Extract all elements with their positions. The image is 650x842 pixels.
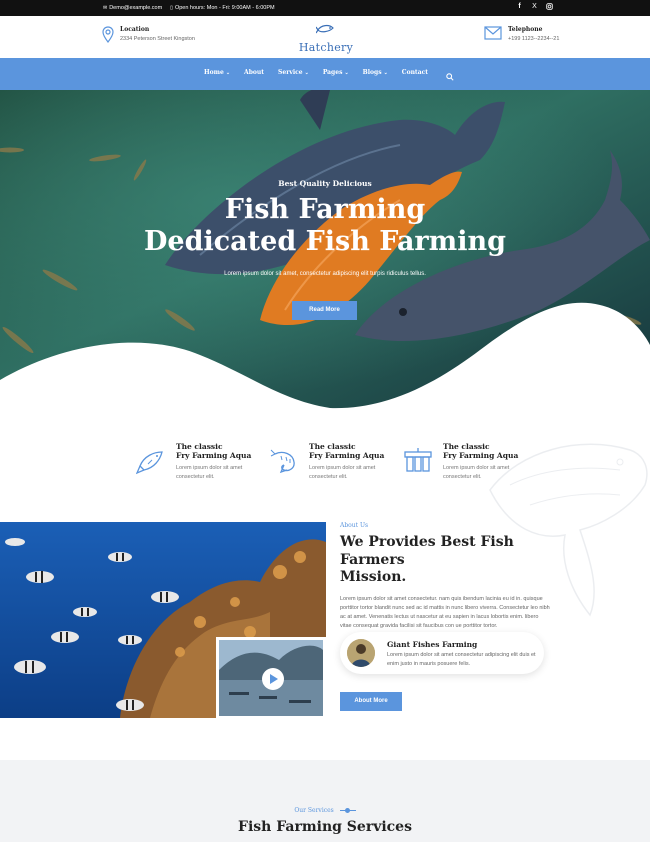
feature-desc: Lorem ipsum dolor sit amet consectetur e… xyxy=(443,464,510,480)
hours-text: Open hours: Mon - Fri: 9:00AM - 6:00PM xyxy=(174,5,275,11)
feature-desc: Lorem ipsum dolor sit amet consectetur e… xyxy=(309,464,376,480)
feature-item: The classic Fry Farming Aqua Lorem ipsum … xyxy=(135,442,266,481)
main-navigation: Home ⌄ About Service ⌄ Pages ⌄ Blogs ⌄ Conta… xyxy=(0,58,650,90)
hero-banner: Best Quality Delicious Fish Farming Dedi… xyxy=(0,90,650,410)
water-filter-icon xyxy=(403,446,433,476)
about-paragraph: Lorem ipsum dolor sit amet consectetur. … xyxy=(340,595,550,629)
nav-label: Blogs xyxy=(362,69,382,76)
services-tag: Our Services xyxy=(0,807,650,814)
avatar xyxy=(347,639,375,667)
nav-label: About xyxy=(244,69,265,76)
hero-title: Fish Farming Dedicated Fish Farming xyxy=(0,194,650,259)
fish-icon xyxy=(135,446,166,476)
location-info: Location 2334 Peterson Street Kingston xyxy=(102,26,195,48)
phone-icon: ▯ xyxy=(170,5,173,11)
card-desc: Lorem ipsum dolor sit amet consectetur a… xyxy=(387,652,536,667)
email-text: Demo@example.com xyxy=(109,5,163,11)
facebook-icon[interactable]: f xyxy=(515,3,524,12)
about-more-button[interactable]: About More xyxy=(340,692,402,711)
chevron-down-icon: ⌄ xyxy=(225,69,231,76)
video-thumbnail[interactable] xyxy=(216,637,326,719)
feature-item: The classic Fry Farming Aqua Lorem ipsum … xyxy=(269,442,399,481)
about-tag: About Us xyxy=(340,522,369,529)
site-logo[interactable]: Hatchery xyxy=(296,22,356,54)
opening-hours: ▯ Open hours: Mon - Fri: 9:00AM - 6:00PM xyxy=(170,5,274,11)
play-icon[interactable] xyxy=(262,668,284,690)
chevron-down-icon: ⌄ xyxy=(304,69,309,76)
feature-item: The classic Fry Farming Aqua Lorem ipsum … xyxy=(403,442,533,481)
nav-item-home[interactable]: Home ⌄ xyxy=(204,69,230,76)
nav-label: Pages xyxy=(322,69,343,76)
site-header: Location 2334 Peterson Street Kingston H… xyxy=(0,16,650,58)
chevron-down-icon: ⌄ xyxy=(344,69,349,76)
hero-title-line1: Fish Farming xyxy=(224,194,426,225)
services-title: Fish Farming Services xyxy=(238,819,412,835)
nav-item-about[interactable]: About xyxy=(244,69,264,76)
telephone-label: Telephone xyxy=(508,26,543,33)
telephone-info: Telephone +199 1123--2234--21 xyxy=(484,26,559,45)
read-more-button[interactable]: Read More xyxy=(292,301,357,320)
feature-title: The classic Fry Farming Aqua xyxy=(176,442,252,461)
nav-label: Home xyxy=(204,69,224,76)
chevron-down-icon: ⌄ xyxy=(383,69,388,76)
nav-item-blogs[interactable]: Blogs ⌄ xyxy=(363,69,388,76)
nav-item-service[interactable]: Service ⌄ xyxy=(278,69,309,76)
hero-subtitle: Best Quality Delicious xyxy=(278,179,372,188)
services-section: Our Services Fish Farming Services xyxy=(0,760,650,842)
nav-label: Contact xyxy=(401,69,429,76)
feature-desc: Lorem ipsum dolor sit amet consectetur e… xyxy=(176,464,243,480)
envelope-icon xyxy=(484,26,502,45)
feature-title: The classic Fry Farming Aqua xyxy=(443,442,519,461)
nav-label: Service xyxy=(278,69,303,76)
giant-fishes-card: Giant Fishes Farming Lorem ipsum dolor s… xyxy=(340,632,544,674)
divider-line-icon xyxy=(339,808,356,813)
search-icon[interactable] xyxy=(446,68,454,86)
card-title: Giant Fishes Farming xyxy=(387,640,478,649)
nav-item-contact[interactable]: Contact xyxy=(402,69,428,76)
telephone-number[interactable]: +199 1123--2234--21 xyxy=(508,36,559,42)
location-address: 2334 Peterson Street Kingston xyxy=(120,36,195,42)
top-bar: ✉ Demo@example.com ▯ Open hours: Mon - F… xyxy=(0,0,650,16)
location-pin-icon xyxy=(102,26,114,48)
social-links: f X xyxy=(515,3,554,12)
instagram-icon[interactable] xyxy=(545,3,554,12)
x-twitter-icon[interactable]: X xyxy=(530,3,539,12)
hero-title-line2: Dedicated Fish Farming xyxy=(144,226,506,258)
email-contact[interactable]: ✉ Demo@example.com xyxy=(103,5,162,11)
logo-text: Hatchery xyxy=(298,41,354,54)
email-icon: ✉ xyxy=(103,5,108,11)
nav-item-pages[interactable]: Pages ⌄ xyxy=(323,69,349,76)
feature-title: The classic Fry Farming Aqua xyxy=(309,442,385,461)
location-label: Location xyxy=(120,26,150,33)
fish-logo-icon xyxy=(315,24,334,34)
hero-description: Lorem ipsum dolor sit amet, consectetur … xyxy=(224,271,426,277)
about-section: About Us We Provides Best Fish Farmers M… xyxy=(340,522,550,631)
features-row: The classic Fry Farming Aqua Lorem ipsum … xyxy=(0,430,650,500)
about-title: We Provides Best Fish Farmers Mission. xyxy=(340,534,514,585)
shrimp-icon xyxy=(269,446,299,476)
